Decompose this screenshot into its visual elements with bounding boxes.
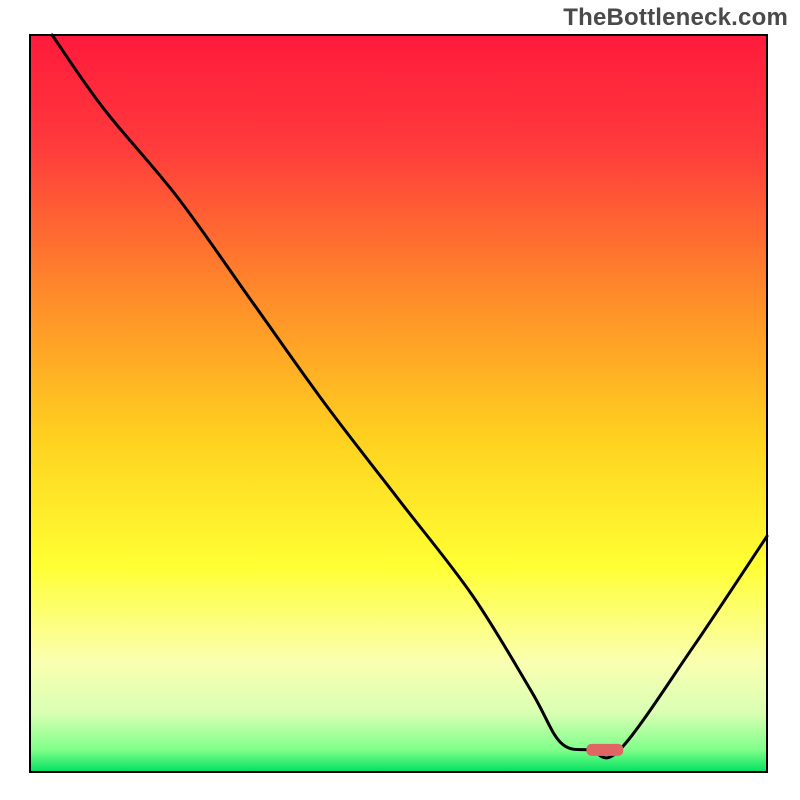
optimal-range-marker [586,744,623,756]
chart-frame: TheBottleneck.com [0,0,800,800]
bottleneck-chart [0,0,800,800]
plot-background [30,35,767,772]
watermark-label: TheBottleneck.com [563,4,788,32]
